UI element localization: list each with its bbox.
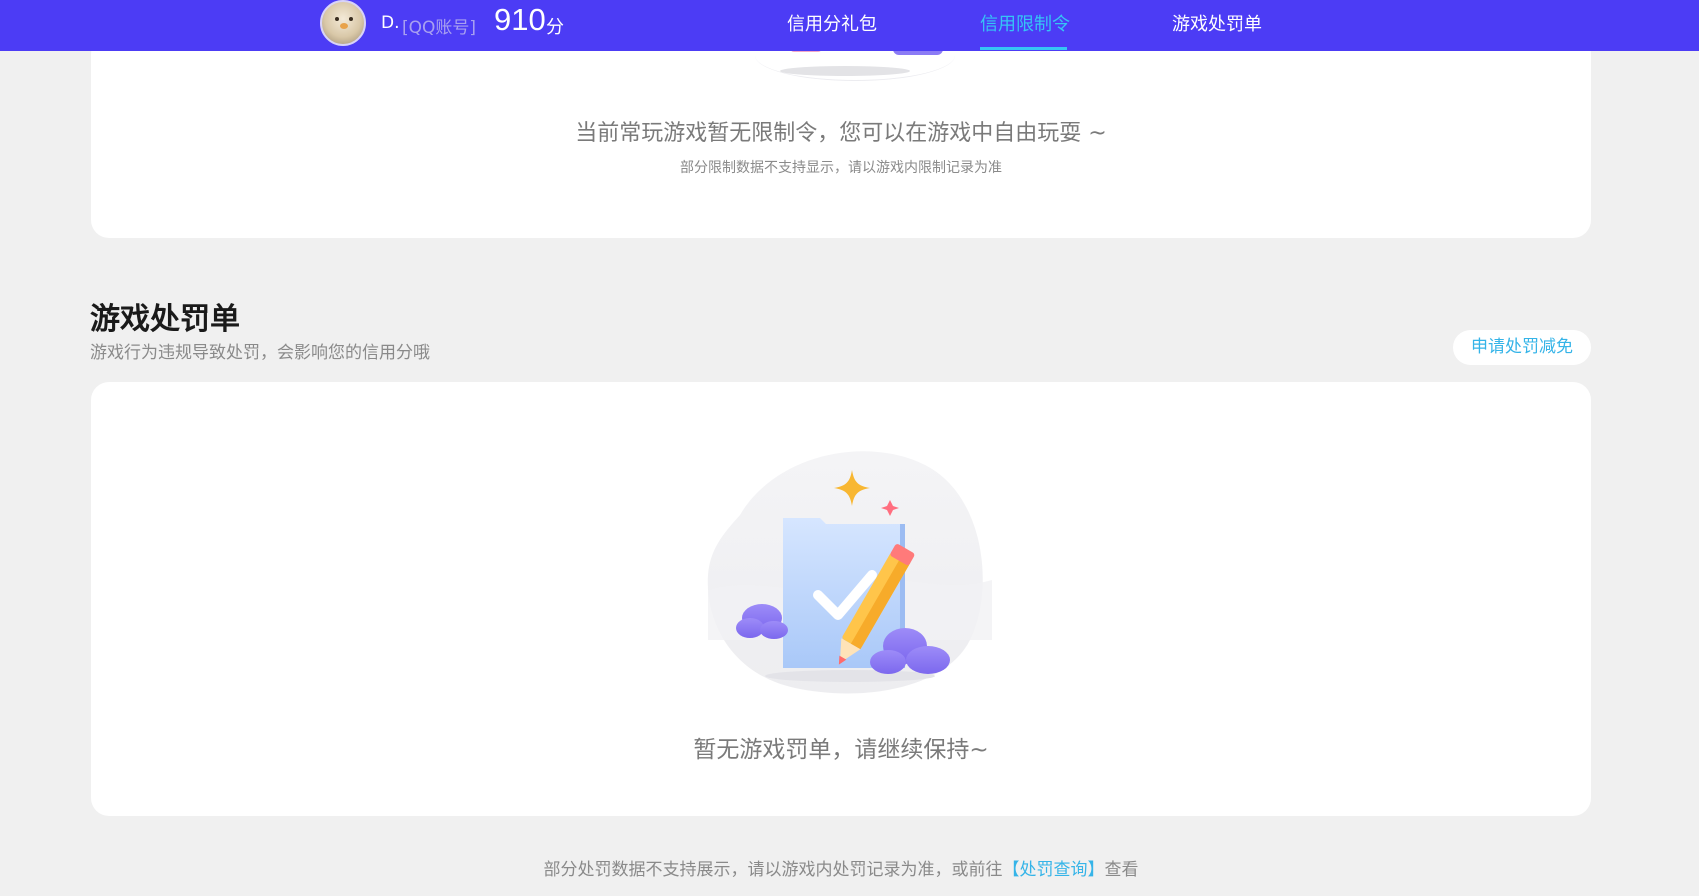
penalty-section-title: 游戏处罚单	[90, 302, 240, 337]
restriction-illustration-shadow	[780, 66, 910, 76]
penalty-section-description: 游戏行为违规导致处罚，会影响您的信用分哦	[90, 343, 430, 363]
avatar-beak	[340, 23, 348, 29]
penalty-query-link[interactable]: 【处罚查询】	[1003, 860, 1105, 880]
footer-note: 部分处罚数据不支持展示，请以游戏内处罚记录为准，或前往【处罚查询】查看	[0, 855, 1682, 880]
user-name: D.	[381, 13, 400, 33]
avatar-eye-left	[335, 17, 339, 21]
restriction-note: 部分限制数据不支持显示，请以游戏内限制记录为准	[680, 160, 1002, 176]
credit-score: 910	[494, 2, 546, 37]
tab-credit-gift[interactable]: 信用分礼包	[787, 10, 877, 36]
credit-score-unit: 分	[546, 17, 564, 38]
avatar[interactable]	[320, 0, 366, 46]
avatar-eye-right	[349, 17, 353, 21]
empty-penalty-illustration	[707, 451, 992, 694]
illustration-shadow	[765, 670, 935, 682]
footer-note-suffix: 查看	[1104, 860, 1139, 880]
tab-credit-restriction[interactable]: 信用限制令	[980, 10, 1070, 36]
account-type-tag: [QQ账号]	[402, 18, 477, 38]
top-nav-bar: D. [QQ账号] 910 分 信用分礼包 信用限制令 游戏处罚单	[0, 0, 1699, 51]
tab-game-penalty[interactable]: 游戏处罚单	[1172, 10, 1262, 36]
active-tab-indicator	[980, 47, 1067, 50]
footer-note-prefix: 部分处罚数据不支持展示，请以游戏内处罚记录为准，或前往	[543, 860, 1003, 880]
apply-penalty-reduction-button[interactable]: 申请处罚减免	[1453, 330, 1591, 365]
restriction-empty-message: 当前常玩游戏暂无限制令，您可以在游戏中自由玩耍 ~	[575, 121, 1107, 146]
penalty-empty-message: 暂无游戏罚单，请继续保持~	[693, 737, 989, 763]
